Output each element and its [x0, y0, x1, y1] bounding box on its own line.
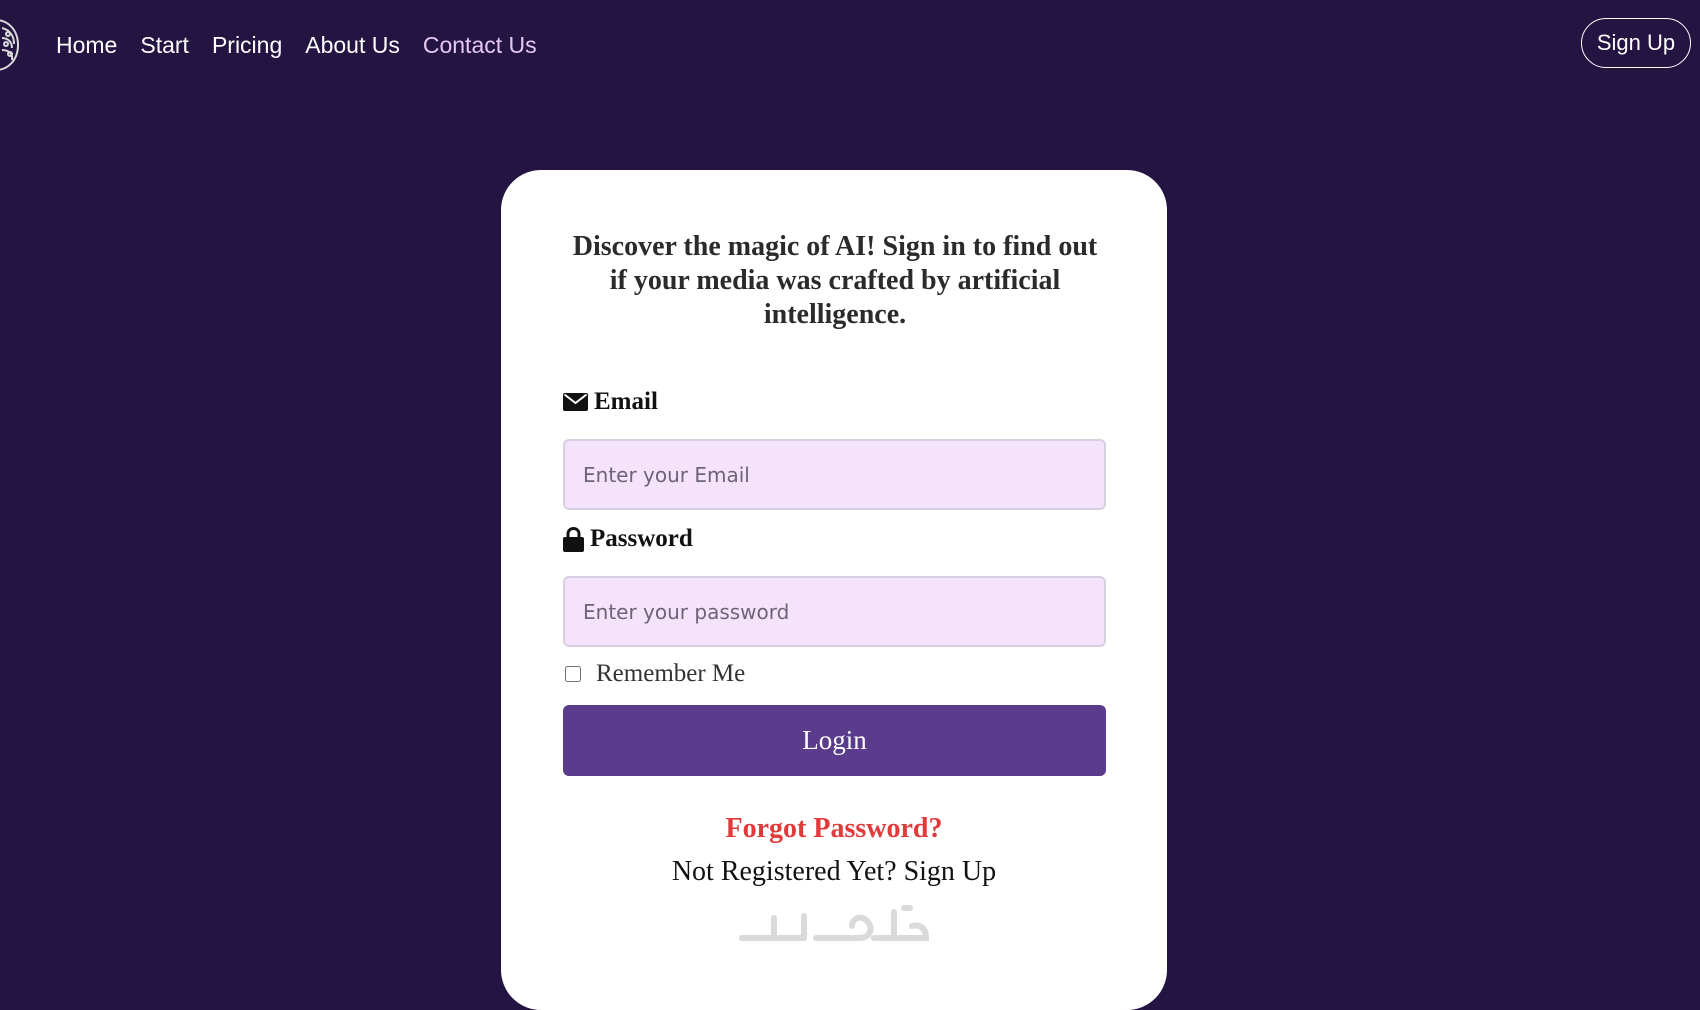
- login-card: Discover the magic of AI! Sign in to fin…: [501, 170, 1167, 1010]
- login-heading: Discover the magic of AI! Sign in to fin…: [572, 231, 1098, 330]
- watermark-icon: [739, 905, 930, 941]
- password-label-text: Password: [590, 525, 693, 552]
- watermark-logo: [501, 898, 1167, 962]
- signup-nav-button[interactable]: Sign Up: [1581, 18, 1691, 68]
- remember-me-checkbox[interactable]: [565, 666, 581, 682]
- email-input[interactable]: [563, 439, 1106, 510]
- forgot-password-link[interactable]: Forgot Password?: [501, 813, 1167, 845]
- nav-link-pricing[interactable]: Pricing: [212, 28, 282, 62]
- brain-logo-icon[interactable]: [0, 16, 20, 74]
- navbar: Home Start Pricing About Us Contact Us S…: [0, 0, 1700, 88]
- main-nav: Home Start Pricing About Us Contact Us: [56, 28, 560, 62]
- remember-me[interactable]: Remember Me: [563, 660, 745, 688]
- envelope-icon: [563, 393, 588, 411]
- lock-icon: [563, 526, 584, 552]
- remember-me-label: Remember Me: [596, 660, 746, 687]
- login-button[interactable]: Login: [563, 705, 1106, 776]
- password-label: Password: [563, 525, 693, 553]
- password-input[interactable]: [563, 576, 1106, 647]
- email-label-text: Email: [594, 388, 658, 415]
- nav-link-home[interactable]: Home: [56, 28, 117, 62]
- email-label: Email: [563, 388, 658, 416]
- nav-link-start[interactable]: Start: [140, 28, 189, 62]
- signup-prompt[interactable]: Not Registered Yet? Sign Up: [501, 856, 1167, 888]
- nav-link-about-us[interactable]: About Us: [305, 28, 400, 62]
- nav-link-contact-us[interactable]: Contact Us: [423, 28, 537, 62]
